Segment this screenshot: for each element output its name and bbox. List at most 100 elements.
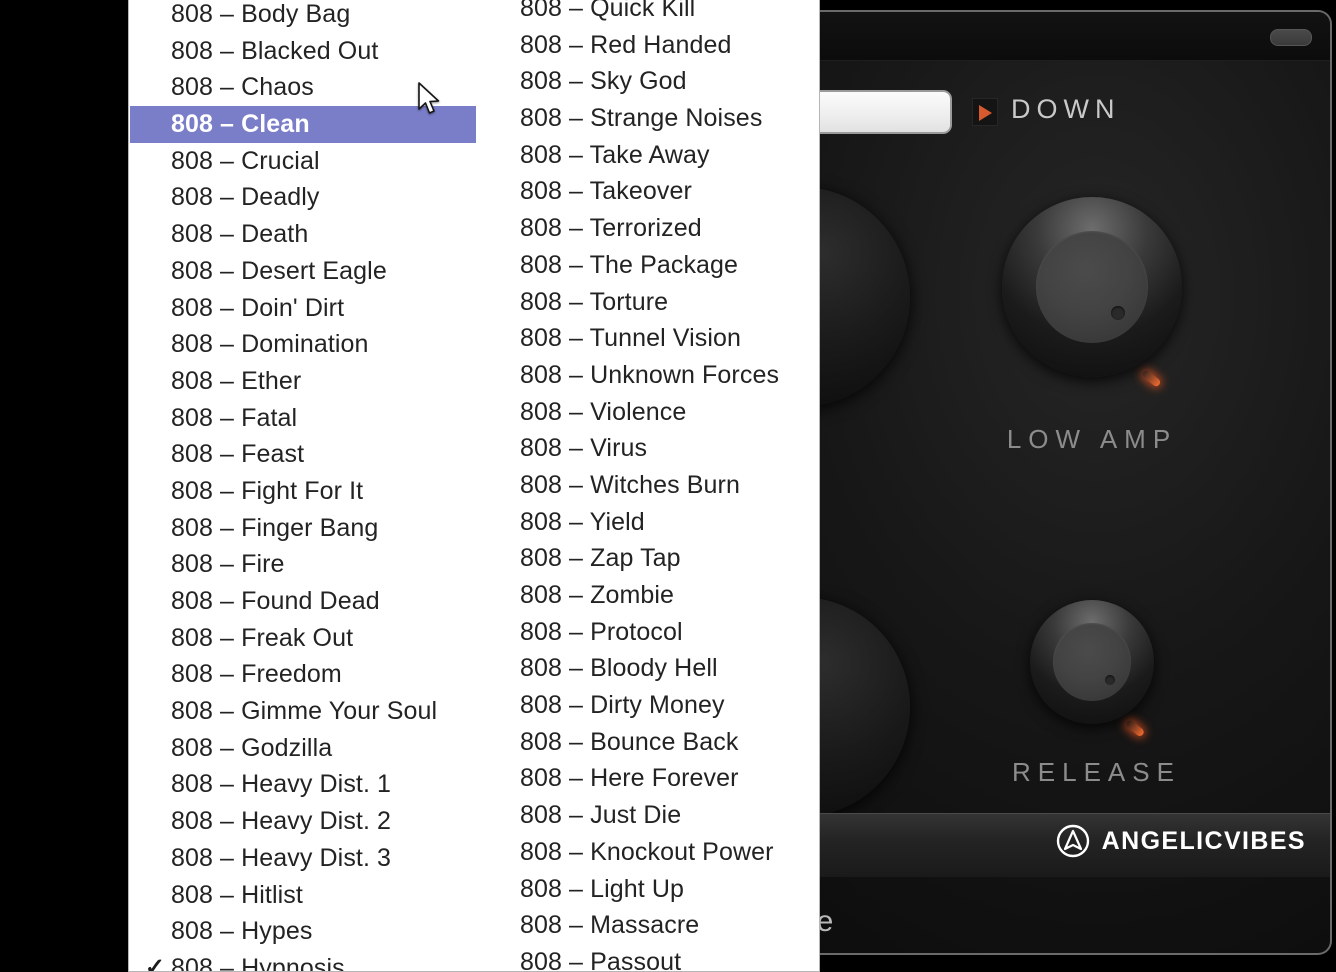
release-knob[interactable] <box>1012 582 1172 742</box>
menu-item[interactable]: 808 – Doin' Dirt <box>129 290 477 327</box>
menu-item[interactable]: 808 – The Package <box>477 247 819 284</box>
menu-item[interactable]: 808 – Protocol <box>477 614 819 651</box>
menu-item[interactable]: 808 – Fatal <box>129 400 477 437</box>
menu-item-label: 808 – Finger Bang <box>171 513 379 542</box>
down-label: DOWN <box>1011 94 1121 124</box>
menu-item[interactable]: 808 – Fight For It <box>129 473 477 510</box>
menu-item[interactable]: 808 – Light Up <box>477 871 819 908</box>
menu-item[interactable]: 808 – Just Die <box>477 797 819 834</box>
menu-item[interactable]: 808 – Violence <box>477 394 819 431</box>
left-black-gutter <box>0 0 128 972</box>
menu-item[interactable]: 808 – Take Away <box>477 137 819 174</box>
brand-footer-bar: ANGELICVIBES <box>820 813 1330 877</box>
brand-lockup[interactable]: ANGELICVIBES <box>1056 824 1306 858</box>
menu-item[interactable]: 808 – Bounce Back <box>477 724 819 761</box>
menu-item[interactable]: 808 – Found Dead <box>129 583 477 620</box>
menu-item-label: 808 – Unknown Forces <box>519 360 780 389</box>
menu-item[interactable]: 808 – Hypes <box>129 913 477 950</box>
menu-item[interactable]: 808 – Zombie <box>477 577 819 614</box>
menu-item-label: 808 – Takeover <box>519 177 692 206</box>
menu-item[interactable]: 808 – Strange Noises <box>477 100 819 137</box>
menu-item[interactable]: 808 – Virus <box>477 430 819 467</box>
menu-item[interactable]: 808 – Fire <box>129 546 477 583</box>
menu-item[interactable]: 808 – Crucial <box>129 143 477 180</box>
menu-columns: 808 – Body Bag 808 – Blacked Out 808 – Cha… <box>129 0 819 971</box>
low-amp-knob-label: LOW AMP <box>1006 424 1178 454</box>
menu-item-label: 808 – Hitlist <box>171 880 303 909</box>
menu-item[interactable]: 808 – Ether <box>129 363 477 400</box>
menu-item[interactable]: 808 – Deadly <box>129 179 477 216</box>
menu-item[interactable]: 808 – Godzilla <box>129 730 477 767</box>
menu-item-label: 808 – Freak Out <box>171 623 354 652</box>
menu-item[interactable]: 808 – Clean <box>130 106 476 143</box>
menu-item[interactable]: 808 – Body Bag <box>129 0 477 33</box>
menu-item[interactable]: 808 – Freak Out <box>129 620 477 657</box>
menu-item[interactable]: 808 – Heavy Dist. 1 <box>129 766 477 803</box>
menu-item[interactable]: 808 – Knockout Power <box>477 834 819 871</box>
menu-item[interactable]: 808 – Hitlist <box>129 877 477 914</box>
menu-item[interactable]: 808 – Torture <box>477 284 819 321</box>
menu-item[interactable]: 808 – Passout <box>477 944 819 972</box>
low-amp-knob-group[interactable]: LOW AMP <box>977 172 1207 454</box>
menu-item[interactable]: 808 – Heavy Dist. 3 <box>129 840 477 877</box>
menu-item[interactable]: 808 – Death <box>129 216 477 253</box>
menu-item[interactable]: 808 – Massacre <box>477 907 819 944</box>
menu-item[interactable]: 808 – Gimme Your Soul <box>129 693 477 730</box>
menu-item[interactable]: 808 – Here Forever <box>477 760 819 797</box>
menu-item[interactable]: 808 – Tunnel Vision <box>477 320 819 357</box>
menu-item[interactable]: 808 – Freedom <box>129 656 477 693</box>
menu-item[interactable]: 808 – Bloody Hell <box>477 650 819 687</box>
menu-item[interactable]: 808 – Sky God <box>477 63 819 100</box>
release-knob-group[interactable]: RELEASE <box>1012 582 1174 787</box>
menu-item-label: 808 – Found Dead <box>171 587 380 615</box>
menu-item-label: 808 – Heavy Dist. 2 <box>171 807 392 836</box>
menu-item-label: 808 – Witches Burn <box>519 470 740 499</box>
menu-item[interactable]: 808 – Heavy Dist. 2 <box>129 803 477 840</box>
knob-indicator-dot <box>1110 305 1126 321</box>
angelicvibes-logo-icon <box>1056 824 1089 858</box>
menu-item[interactable]: 808 – Chaos <box>129 69 477 106</box>
preset-name-field[interactable]: s <box>820 90 952 134</box>
menu-item[interactable]: 808 – Blacked Out <box>129 33 477 70</box>
menu-item[interactable]: 808 – Domination <box>129 326 477 363</box>
menu-item-label: 808 – Bloody Hell <box>519 654 718 683</box>
menu-item-label: 808 – Death <box>171 220 309 249</box>
menu-item[interactable]: 808 – Dirty Money <box>477 687 819 724</box>
menu-item[interactable]: 808 – Unknown Forces <box>477 357 819 394</box>
menu-item-label: 808 – Gimme Your Soul <box>171 697 438 726</box>
menu-item[interactable]: ✓ 808 – Hypnosis <box>129 950 477 971</box>
low-amp-knob[interactable] <box>977 172 1207 402</box>
triangle-glyph <box>979 105 992 121</box>
plugin-window: s DOWN <box>820 0 1336 972</box>
menu-item-label: 808 – Sky God <box>519 67 687 96</box>
menu-item-label: 808 – Doin' Dirt <box>171 293 345 322</box>
menu-item-label: 808 – Blacked Out <box>171 36 379 65</box>
menu-item-label: 808 – Dirty Money <box>519 691 725 720</box>
menu-item[interactable]: 808 – Zap Tap <box>477 540 819 577</box>
play-triangle-icon[interactable] <box>972 98 998 126</box>
menu-item[interactable]: 808 – Desert Eagle <box>129 253 477 290</box>
menu-item-label: 808 – Fatal <box>171 403 298 432</box>
menu-item[interactable]: 808 – Feast <box>129 436 477 473</box>
knob-shaft <box>1029 599 1155 725</box>
menu-item-label: 808 – Domination <box>171 330 369 359</box>
menu-item-label: 808 – Crucial <box>171 146 320 175</box>
menu-item[interactable]: 808 – Finger Bang <box>129 510 477 547</box>
menu-item[interactable]: 808 – Witches Burn <box>477 467 819 504</box>
menu-item-label: 808 – Hypes <box>171 917 313 946</box>
menu-item[interactable]: 808 – Takeover <box>477 173 819 210</box>
menu-item[interactable]: 808 – Yield <box>477 504 819 541</box>
menu-item[interactable]: 808 – Quick Kill <box>477 0 819 27</box>
plugin-pill-button[interactable] <box>1270 29 1312 46</box>
preset-dropdown-menu[interactable]: 808 – Body Bag 808 – Blacked Out 808 – Cha… <box>128 0 820 972</box>
menu-item-label: 808 – Zombie <box>519 581 675 609</box>
menu-item[interactable]: 808 – Terrorized <box>477 210 819 247</box>
brand-name: ANGELICVIBES <box>1101 826 1306 855</box>
partial-knob-left-lower[interactable] <box>820 597 910 817</box>
knob-shaft <box>1002 197 1182 377</box>
partial-knob-left-upper[interactable] <box>820 187 910 407</box>
menu-item-label: 808 – Godzilla <box>171 733 333 762</box>
menu-item-label: 808 – Tunnel Vision <box>519 324 742 353</box>
menu-item-label: 808 – Passout <box>519 947 682 972</box>
menu-item[interactable]: 808 – Red Handed <box>477 27 819 64</box>
